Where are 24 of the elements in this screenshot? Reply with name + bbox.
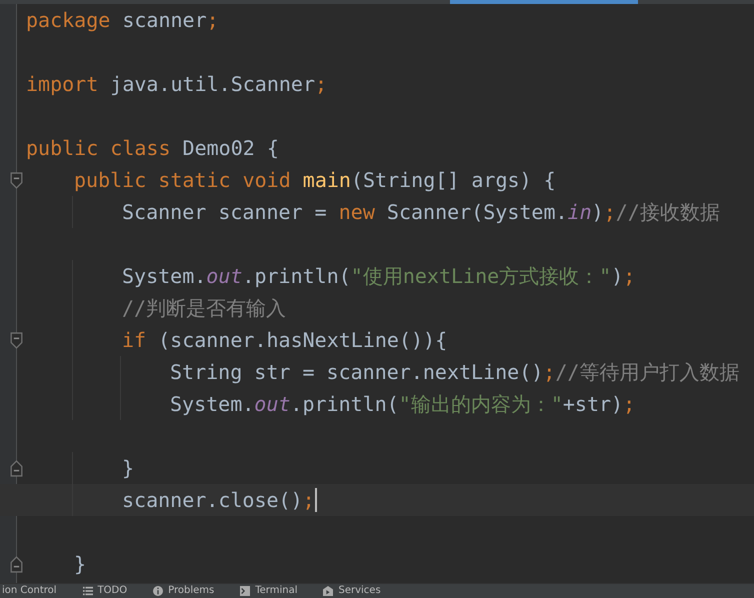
code-line: public class Demo02 { [26, 136, 279, 160]
code-line: public static void main(String[] args) { [74, 168, 556, 192]
tool-window-button[interactable]: Services [321, 584, 383, 598]
tool-window-button[interactable]: ion Control [0, 584, 59, 598]
fold-icon[interactable] [10, 556, 23, 573]
text-caret [314, 488, 317, 512]
fold-icon[interactable] [10, 332, 23, 349]
code-line: String str = scanner.nextLine();//等待用户打入数据 [170, 358, 740, 386]
fold-icon[interactable] [10, 172, 23, 189]
code-line: } [122, 456, 134, 480]
code-line: } [74, 552, 86, 576]
code-line: scanner.close(); [122, 488, 315, 512]
code-line: System.out.println("使用nextLine方式接收："); [122, 262, 636, 290]
tool-window-button[interactable]: Terminal [238, 584, 300, 598]
code-line: import java.util.Scanner; [26, 72, 328, 96]
code-line: Scanner scanner = new Scanner(System.in);//接收数据 [122, 198, 720, 226]
code-line: System.out.println("输出的内容为："+str); [170, 390, 636, 418]
code-line: package scanner; [26, 8, 219, 32]
list-icon [82, 586, 93, 596]
code-line: if (scanner.hasNextLine()){ [122, 328, 448, 352]
tool-window-button[interactable]: TODO [80, 584, 130, 598]
code-line: //判断是否有输入 [122, 294, 286, 322]
fold-icon[interactable] [10, 460, 23, 477]
tool-window-button[interactable]: Problems [151, 584, 216, 598]
